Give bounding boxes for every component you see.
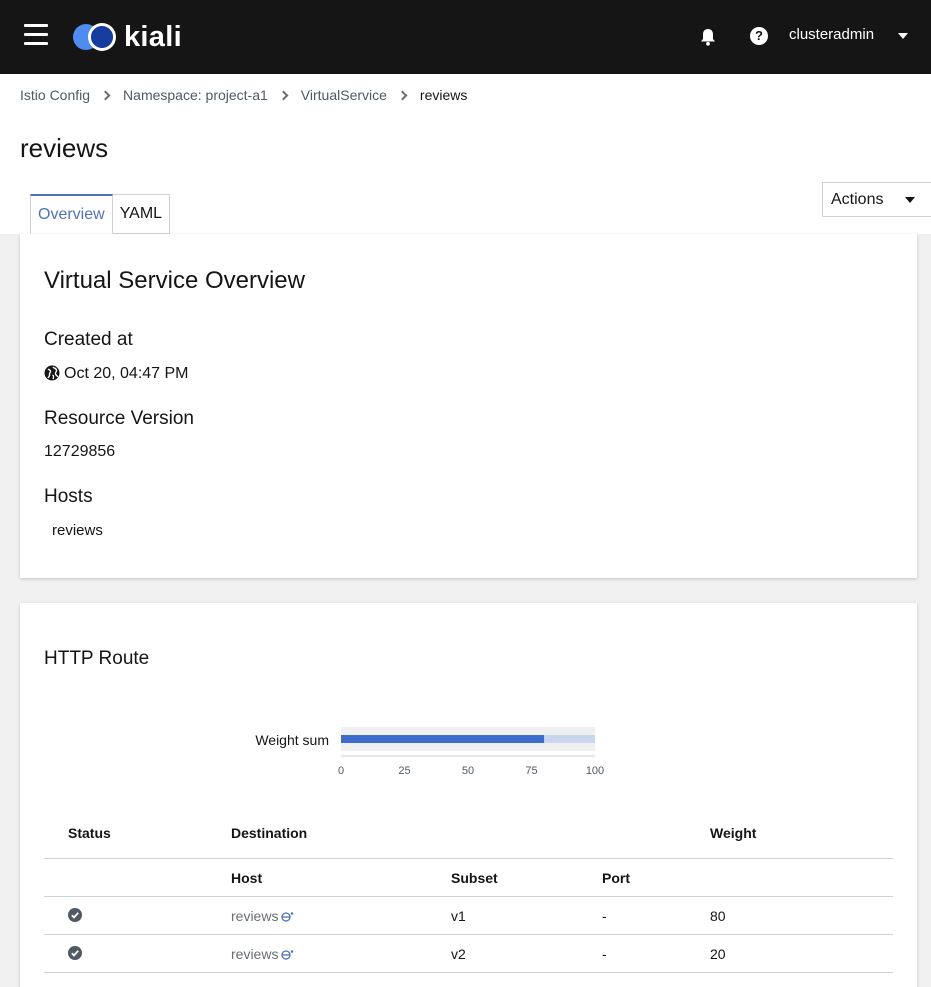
actions-dropdown[interactable]: Actions [822,182,931,217]
tab-yaml[interactable]: YAML [112,194,171,234]
weight-cell: 80 [710,908,726,924]
column-header-status: Status [68,825,111,841]
table-row: reviews v2 - 20 [44,935,893,973]
status-ok-icon [68,908,82,922]
actions-caret-icon [905,197,915,203]
http-route-card: HTTP Route Weight sum 0 25 50 75 100 Status … [20,603,917,987]
weight-sum-chart: Weight sum 0 25 50 75 100 [255,727,604,777]
created-at-label: Created at [44,329,133,350]
chart-tick-label: 50 [462,765,474,777]
column-header-weight: Weight [710,825,757,841]
table-subheader-row: Host Subset Port [44,859,893,897]
port-cell: - [602,908,607,924]
kiali-logo[interactable]: kiali [72,20,182,54]
breadcrumb-chevron-icon [100,90,111,100]
status-ok-icon [68,946,82,960]
chart-category-label: Weight sum [255,732,329,748]
page-header-section: Istio Config Namespace: project-a1 Virtu… [0,74,931,234]
hamburger-menu-icon[interactable] [24,24,48,46]
overview-card: Virtual Service Overview Created at Oct … [20,234,917,578]
masthead: kiali ? clusteradmin [0,0,931,74]
column-header-subset: Subset [451,870,498,886]
service-icon [281,912,294,922]
help-icon[interactable]: ? [750,27,768,45]
notifications-bell-icon[interactable] [698,27,718,47]
chart-tick-label: 100 [586,765,604,777]
user-menu-label[interactable]: clusteradmin [789,26,874,43]
resource-version-label: Resource Version [44,408,194,429]
overview-title: Virtual Service Overview [44,267,305,294]
breadcrumb: Istio Config Namespace: project-a1 Virtu… [20,87,467,103]
chart-bar-segment-1[interactable] [341,735,545,743]
hosts-label: Hosts [44,486,93,507]
breadcrumb-chevron-icon [278,90,289,100]
globe-icon [44,365,60,381]
chart-tick-label: 0 [338,765,344,777]
breadcrumb-current: reviews [419,87,468,103]
subset-cell: v2 [451,946,466,962]
column-header-port: Port [602,870,630,886]
breadcrumb-chevron-icon [397,90,408,100]
breadcrumb-istio-config[interactable]: Istio Config [20,87,90,103]
destination-host-link[interactable]: reviews [231,946,294,962]
hosts-value: reviews [52,522,103,539]
destination-host-label: reviews [231,908,279,924]
destination-host-label: reviews [231,946,279,962]
service-icon [281,950,294,960]
port-cell: - [602,946,607,962]
table-row: reviews v1 - 80 [44,897,893,935]
resource-version-value: 12729856 [44,443,116,460]
chart-tick-label: 75 [525,765,537,777]
destination-host-link[interactable]: reviews [231,908,294,924]
breadcrumb-namespace[interactable]: Namespace: project-a1 [123,87,268,103]
created-at-value: Oct 20, 04:47 PM [64,365,189,382]
actions-label: Actions [831,191,884,208]
column-header-host: Host [231,870,263,886]
tab-overview[interactable]: Overview [30,194,113,234]
page-title: reviews [20,133,109,163]
brand-name: kiali [124,20,182,53]
tab-bar: Overview YAML [30,194,171,234]
table-header-row: Status Destination Weight [44,812,893,859]
user-menu-caret-icon[interactable] [898,33,908,39]
subset-cell: v1 [451,908,466,924]
chart-bar-segment-2[interactable] [544,735,595,743]
weight-cell: 20 [710,946,726,962]
kiali-logo-icon [73,23,116,51]
chart-tick-label: 25 [398,765,410,777]
breadcrumb-virtualservice[interactable]: VirtualService [301,87,387,103]
column-header-destination: Destination [231,825,308,841]
